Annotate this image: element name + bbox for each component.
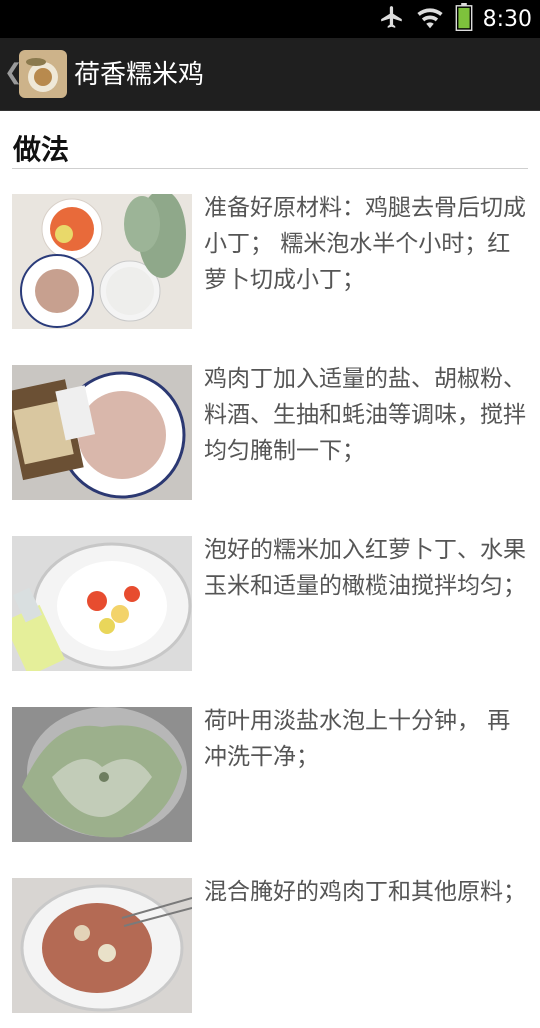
step-photo (12, 707, 192, 842)
step-photo (12, 536, 192, 671)
step-photo (12, 194, 192, 329)
step-item[interactable]: 鸡肉丁加入适量的盐、胡椒粉、料酒、生抽和蚝油等调味，搅拌均匀腌制一下； (12, 365, 528, 515)
step-text: 鸡肉丁加入适量的盐、胡椒粉、料酒、生抽和蚝油等调味，搅拌均匀腌制一下； (204, 366, 526, 464)
step-text: 荷叶用淡盐水泡上十分钟， 再冲洗干净； (204, 708, 511, 770)
status-bar: 8:30 (0, 0, 540, 38)
step-photo (12, 878, 192, 1013)
step-photo (12, 365, 192, 500)
page-title: 荷香糯米鸡 (74, 60, 205, 90)
battery-icon (455, 3, 473, 35)
step-item[interactable]: 荷叶用淡盐水泡上十分钟， 再冲洗干净； (12, 707, 528, 857)
step-item[interactable]: 混合腌好的鸡肉丁和其他原料； (12, 878, 528, 1028)
step-item[interactable]: 准备好原材料：鸡腿去骨后切成小丁； 糯米泡水半个小时；红萝卜切成小丁； (12, 194, 528, 344)
step-text: 准备好原材料：鸡腿去骨后切成小丁； 糯米泡水半个小时；红萝卜切成小丁； (204, 195, 526, 293)
airplane-icon (379, 4, 405, 34)
action-bar: ❮ 荷香糯米鸡 (0, 38, 540, 111)
app-icon[interactable] (19, 50, 67, 98)
clock: 8:30 (482, 6, 532, 32)
step-item[interactable]: 泡好的糯米加入红萝卜丁、水果玉米和适量的橄榄油搅拌均匀； (12, 536, 528, 686)
step-text: 泡好的糯米加入红萝卜丁、水果玉米和适量的橄榄油搅拌均匀； (204, 537, 526, 599)
divider (12, 168, 528, 169)
step-text: 混合腌好的鸡肉丁和其他原料； (204, 879, 526, 905)
section-title: 做法 (13, 133, 70, 166)
wifi-icon (415, 4, 445, 34)
